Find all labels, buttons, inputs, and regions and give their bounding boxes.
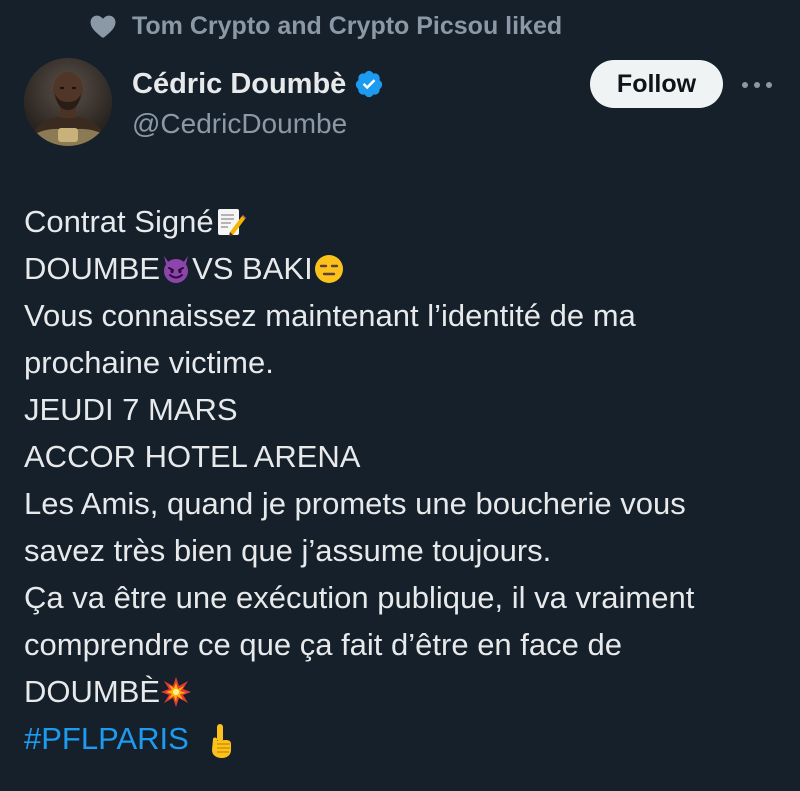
tweet-text: Contrat Signé DOUMBE VS BAKI Vous connai… xyxy=(24,198,784,762)
tweet-line: #PFLPARIS xyxy=(24,715,784,762)
collision-emoji xyxy=(160,676,192,708)
tweet-line: savez très bien que j’assume toujours. xyxy=(24,533,552,568)
tweet-line: JEUDI 7 MARS xyxy=(24,392,238,427)
tweet-line: Les Amis, quand je promets une boucherie… xyxy=(24,486,686,521)
tweet-line: Vous connaissez maintenant l’identité de… xyxy=(24,298,636,333)
author-handle[interactable]: @CedricDoumbe xyxy=(132,106,384,142)
avatar-image xyxy=(24,58,112,146)
follow-button[interactable]: Follow xyxy=(590,60,723,108)
tweet-line: prochaine victime. xyxy=(24,345,274,380)
tweet-line: Ça va être une exécution publique, il va… xyxy=(24,580,695,615)
tweet-line: comprendre ce que ça fait d’être en face… xyxy=(24,627,622,662)
expressionless-face-emoji xyxy=(313,253,345,285)
social-context[interactable]: Tom Crypto and Crypto Picsou liked xyxy=(88,6,562,46)
author-block: Cédric Doumbè @CedricDoumbe xyxy=(132,62,384,142)
social-context-text: Tom Crypto and Crypto Picsou liked xyxy=(132,11,563,40)
tweet-line: ACCOR HOTEL ARENA xyxy=(24,439,361,474)
tweet-line: Contrat Signé xyxy=(24,198,784,245)
avatar[interactable] xyxy=(24,58,112,146)
heart-icon xyxy=(88,11,118,41)
verified-badge-icon[interactable] xyxy=(354,69,384,99)
pointing-up-emoji xyxy=(205,723,237,758)
author-name-row: Cédric Doumbè xyxy=(132,62,384,106)
memo-emoji xyxy=(214,206,246,238)
more-options-icon[interactable] xyxy=(737,70,777,100)
tweet-line: DOUMBÈ xyxy=(24,668,784,715)
author-name[interactable]: Cédric Doumbè xyxy=(132,68,346,101)
tweet-line: DOUMBE VS BAKI xyxy=(24,245,784,292)
hashtag-link[interactable]: #PFLPARIS xyxy=(24,715,189,762)
smiling-devil-emoji xyxy=(160,253,192,285)
